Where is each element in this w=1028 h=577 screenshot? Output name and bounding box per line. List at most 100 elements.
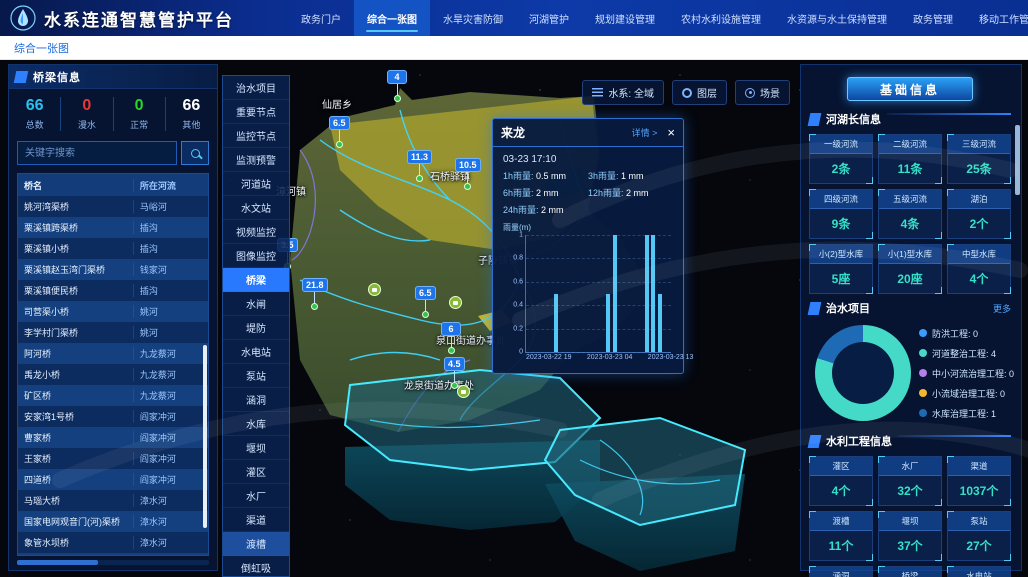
bridge-stat-0[interactable]: 66总数 — [9, 97, 61, 131]
bridge-stat-1[interactable]: 0漫水 — [61, 97, 113, 131]
works-card[interactable]: 泵站27个 — [947, 511, 1011, 561]
search-input[interactable] — [17, 141, 177, 165]
river-card[interactable]: 三级河流25条 — [947, 134, 1011, 184]
layer-item-倒虹吸[interactable]: 倒虹吸 — [223, 556, 289, 577]
chart-bar — [651, 235, 655, 352]
table-row[interactable]: 李学村门渠桥姚河 — [18, 322, 208, 343]
bridge-stat-3[interactable]: 66其他 — [166, 97, 217, 131]
video-marker-icon[interactable] — [368, 283, 381, 296]
layer-item-堤防[interactable]: 堤防 — [223, 316, 289, 340]
layer-item-监控节点[interactable]: 监控节点 — [223, 124, 289, 148]
popup-details-link[interactable]: 详情 > — [632, 126, 658, 139]
nav-item-8[interactable]: 移动工作管理 — [966, 0, 1028, 36]
rain-metric-label: 6h雨量: — [503, 188, 536, 198]
map-control-1[interactable]: 图层 — [672, 80, 727, 105]
river-card[interactable]: 五级河流4条 — [878, 189, 942, 239]
table-scrollbar[interactable] — [203, 345, 207, 528]
river-card[interactable]: 小(1)型水库20座 — [878, 244, 942, 294]
layer-item-河道站[interactable]: 河道站 — [223, 172, 289, 196]
basic-info-button[interactable]: 基础信息 — [847, 77, 973, 101]
works-card[interactable]: 渡槽11个 — [809, 511, 873, 561]
projects-more-link[interactable]: 更多 — [993, 302, 1011, 315]
nav-item-3[interactable]: 河湖管护 — [516, 0, 582, 36]
table-row[interactable]: 安家湾1号桥阎家冲河 — [18, 406, 208, 427]
close-icon[interactable]: × — [667, 126, 675, 139]
layer-item-监测预警[interactable]: 监测预警 — [223, 148, 289, 172]
video-marker-icon[interactable] — [449, 296, 462, 309]
layer-item-涵洞[interactable]: 涵洞 — [223, 388, 289, 412]
table-row[interactable]: 栗溪镇赵玉湾门渠桥钱家河 — [18, 259, 208, 280]
rainfall-pin[interactable]: 6.5 — [415, 286, 436, 318]
table-row[interactable]: 阿河桥九龙蔡河 — [18, 343, 208, 364]
layer-item-水厂[interactable]: 水厂 — [223, 484, 289, 508]
rainfall-pin[interactable]: 6.5 — [329, 116, 350, 148]
works-card[interactable]: 水厂32个 — [878, 456, 942, 506]
layer-item-视频监控[interactable]: 视频监控 — [223, 220, 289, 244]
nav-item-2[interactable]: 水旱灾害防御 — [430, 0, 516, 36]
table-row[interactable]: 禹龙小桥九龙蔡河 — [18, 364, 208, 385]
table-header-row: 桥名所在河流 — [18, 174, 208, 196]
rainfall-pin[interactable]: 6 — [441, 322, 461, 354]
bridge-stat-2[interactable]: 0正常 — [114, 97, 166, 131]
rainfall-pin[interactable]: 4 — [387, 70, 407, 102]
river-card[interactable]: 一级河流2条 — [809, 134, 873, 184]
table-row[interactable]: 栗溪镇小桥插沟 — [18, 238, 208, 259]
nav-item-6[interactable]: 水资源与水土保持管理 — [774, 0, 900, 36]
works-card[interactable]: 灌区4个 — [809, 456, 873, 506]
works-card[interactable]: 桥梁66个 — [878, 566, 942, 577]
search-button[interactable] — [181, 141, 209, 165]
river-card[interactable]: 中型水库4个 — [947, 244, 1011, 294]
map-stage[interactable]: 仙居乡漳河镇石桥驿镇子陵铺镇泉口街道办事处龙泉街道办事处 46.511.310.… — [0, 60, 1028, 577]
layer-item-桥梁[interactable]: 桥梁 — [223, 268, 289, 292]
breadcrumb-item[interactable]: 综合一张图 — [14, 40, 69, 56]
works-card[interactable]: 堰坝37个 — [878, 511, 942, 561]
table-row[interactable]: 象管水坝桥漳水河 — [18, 532, 208, 553]
rainfall-pin[interactable]: 10.5 — [455, 158, 481, 190]
nav-item-4[interactable]: 规划建设管理 — [582, 0, 668, 36]
layer-item-渠道[interactable]: 渠道 — [223, 508, 289, 532]
table-row[interactable]: 曹家桥阎家冲河 — [18, 427, 208, 448]
table-row[interactable]: 矿区桥九龙蔡河 — [18, 385, 208, 406]
river-card[interactable]: 小(2)型水库5座 — [809, 244, 873, 294]
panel-scrollbar[interactable] — [1015, 125, 1020, 195]
rainfall-pin[interactable]: 11.3 — [407, 150, 432, 182]
layer-item-水电站[interactable]: 水电站 — [223, 340, 289, 364]
nav-item-1[interactable]: 综合一张图 — [354, 0, 430, 36]
river-card[interactable]: 四级河流9条 — [809, 189, 873, 239]
river-card[interactable]: 湖泊2个 — [947, 189, 1011, 239]
layer-item-水文站[interactable]: 水文站 — [223, 196, 289, 220]
layer-item-泵站[interactable]: 泵站 — [223, 364, 289, 388]
pin-value: 4 — [387, 70, 407, 84]
layer-item-治水项目[interactable]: 治水项目 — [223, 76, 289, 100]
table-row[interactable]: 临泉5号提水桥漳水河 — [18, 553, 208, 556]
table-row[interactable]: 姚河湾渠桥马峪河 — [18, 196, 208, 217]
table-row[interactable]: 司营渠小桥姚河 — [18, 301, 208, 322]
table-row[interactable]: 王家桥阎家冲河 — [18, 448, 208, 469]
layer-item-图像监控[interactable]: 图像监控 — [223, 244, 289, 268]
rainfall-pin[interactable]: 21.8 — [302, 278, 328, 310]
table-hscrollbar[interactable] — [17, 560, 209, 565]
works-card[interactable]: 涵洞47个 — [809, 566, 873, 577]
table-row[interactable]: 栗溪镇跨渠桥插沟 — [18, 217, 208, 238]
table-row[interactable]: 马瑙大桥漳水河 — [18, 490, 208, 511]
chart-x-tick: 2023-03-23 13 — [648, 354, 694, 361]
layer-item-灌区[interactable]: 灌区 — [223, 460, 289, 484]
nav-item-5[interactable]: 农村水利设施管理 — [668, 0, 774, 36]
works-card[interactable]: 水电站3个 — [947, 566, 1011, 577]
layer-item-水库[interactable]: 水库 — [223, 412, 289, 436]
river-card[interactable]: 二级河流11条 — [878, 134, 942, 184]
layer-item-堰坝[interactable]: 堰坝 — [223, 436, 289, 460]
layer-item-水闸[interactable]: 水闸 — [223, 292, 289, 316]
map-control-0[interactable]: 水系: 全域 — [582, 80, 664, 105]
table-row[interactable]: 四道桥阎家冲河 — [18, 469, 208, 490]
map-control-2[interactable]: 场景 — [735, 80, 790, 105]
nav-item-0[interactable]: 政务门户 — [288, 0, 354, 36]
layer-item-渡槽[interactable]: 渡槽渡槽 — [223, 532, 289, 556]
layer-item-重要节点[interactable]: 重要节点 — [223, 100, 289, 124]
pin-stick — [451, 336, 452, 347]
table-row[interactable]: 国家电网观音门(河)渠桥漳水河 — [18, 511, 208, 532]
video-marker-icon[interactable] — [457, 385, 470, 398]
works-card[interactable]: 渠道1037个 — [947, 456, 1011, 506]
nav-item-7[interactable]: 政务管理 — [900, 0, 966, 36]
table-row[interactable]: 栗溪镇便民桥插沟 — [18, 280, 208, 301]
